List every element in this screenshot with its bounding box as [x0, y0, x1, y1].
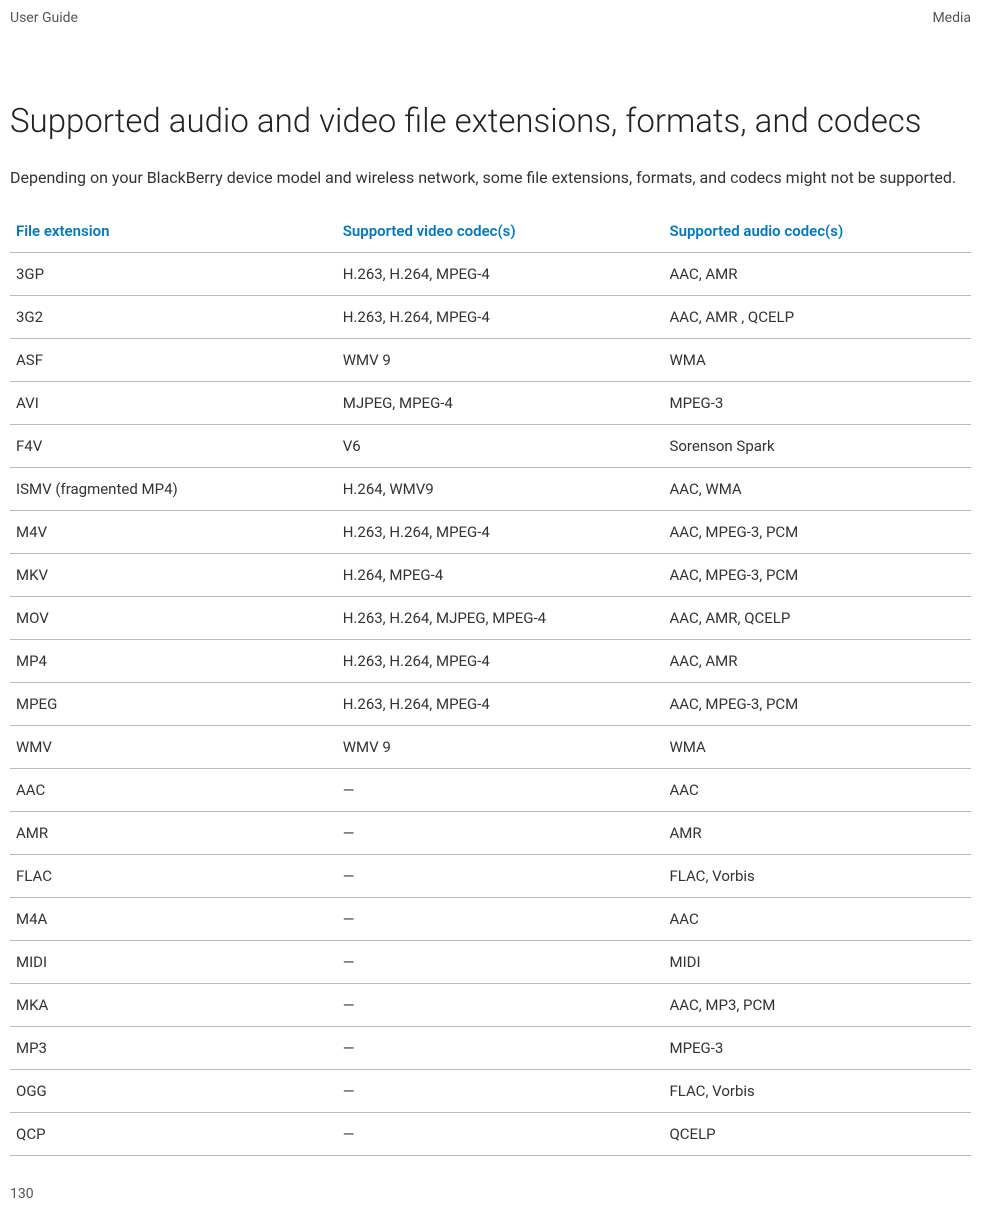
cell-ext: ASF [10, 338, 337, 381]
cell-ext: F4V [10, 424, 337, 467]
cell-video: — [337, 854, 664, 897]
cell-video: H.263, H.264, MPEG-4 [337, 295, 664, 338]
cell-ext: AVI [10, 381, 337, 424]
cell-audio: MIDI [663, 940, 971, 983]
cell-ext: AAC [10, 768, 337, 811]
table-row: MPEGH.263, H.264, MPEG-4AAC, MPEG-3, PCM [10, 682, 971, 725]
table-row: WMVWMV 9WMA [10, 725, 971, 768]
table-row: M4VH.263, H.264, MPEG-4AAC, MPEG-3, PCM [10, 510, 971, 553]
cell-video: — [337, 940, 664, 983]
cell-video: H.264, WMV9 [337, 467, 664, 510]
cell-ext: M4V [10, 510, 337, 553]
cell-video: H.263, H.264, MJPEG, MPEG-4 [337, 596, 664, 639]
page-title: Supported audio and video file extension… [10, 101, 971, 142]
table-row: MP4H.263, H.264, MPEG-4AAC, AMR [10, 639, 971, 682]
cell-video: H.263, H.264, MPEG-4 [337, 252, 664, 295]
page-number: 130 [10, 1186, 971, 1202]
cell-ext: ISMV (fragmented MP4) [10, 467, 337, 510]
table-row: OGG—FLAC, Vorbis [10, 1069, 971, 1112]
cell-video: — [337, 897, 664, 940]
table-row: ISMV (fragmented MP4)H.264, WMV9AAC, WMA [10, 467, 971, 510]
cell-video: V6 [337, 424, 664, 467]
cell-audio: QCELP [663, 1112, 971, 1155]
cell-audio: AAC, AMR [663, 639, 971, 682]
table-row: QCP—QCELP [10, 1112, 971, 1155]
cell-audio: MPEG-3 [663, 381, 971, 424]
table-row: MKA—AAC, MP3, PCM [10, 983, 971, 1026]
cell-video: H.263, H.264, MPEG-4 [337, 639, 664, 682]
cell-ext: 3GP [10, 252, 337, 295]
cell-video: — [337, 983, 664, 1026]
cell-ext: MKA [10, 983, 337, 1026]
cell-video: H.263, H.264, MPEG-4 [337, 510, 664, 553]
cell-audio: MPEG-3 [663, 1026, 971, 1069]
table-row: AMR—AMR [10, 811, 971, 854]
cell-video: — [337, 1112, 664, 1155]
cell-audio: AAC, MPEG-3, PCM [663, 682, 971, 725]
intro-paragraph: Depending on your BlackBerry device mode… [10, 167, 971, 189]
table-row: AVIMJPEG, MPEG-4MPEG-3 [10, 381, 971, 424]
table-header-audio: Supported audio codec(s) [663, 210, 971, 253]
cell-ext: M4A [10, 897, 337, 940]
table-row: MOVH.263, H.264, MJPEG, MPEG-4AAC, AMR, … [10, 596, 971, 639]
cell-ext: MP3 [10, 1026, 337, 1069]
cell-audio: FLAC, Vorbis [663, 1069, 971, 1112]
cell-video: MJPEG, MPEG-4 [337, 381, 664, 424]
cell-ext: FLAC [10, 854, 337, 897]
cell-audio: WMA [663, 725, 971, 768]
cell-video: — [337, 811, 664, 854]
cell-video: H.263, H.264, MPEG-4 [337, 682, 664, 725]
table-row: 3GPH.263, H.264, MPEG-4AAC, AMR [10, 252, 971, 295]
cell-audio: Sorenson Spark [663, 424, 971, 467]
cell-ext: MOV [10, 596, 337, 639]
cell-audio: AMR [663, 811, 971, 854]
table-row: AAC—AAC [10, 768, 971, 811]
table-row: 3G2H.263, H.264, MPEG-4AAC, AMR , QCELP [10, 295, 971, 338]
table-row: MKVH.264, MPEG-4AAC, MPEG-3, PCM [10, 553, 971, 596]
header-right: Media [932, 10, 971, 26]
cell-audio: WMA [663, 338, 971, 381]
cell-ext: OGG [10, 1069, 337, 1112]
cell-ext: MIDI [10, 940, 337, 983]
header-left: User Guide [10, 10, 78, 26]
page-header: User Guide Media [10, 10, 971, 26]
cell-audio: AAC, MPEG-3, PCM [663, 553, 971, 596]
cell-ext: MKV [10, 553, 337, 596]
table-row: ASFWMV 9WMA [10, 338, 971, 381]
table-header-video: Supported video codec(s) [337, 210, 664, 253]
cell-video: — [337, 768, 664, 811]
table-row: MP3—MPEG-3 [10, 1026, 971, 1069]
cell-video: WMV 9 [337, 725, 664, 768]
cell-ext: 3G2 [10, 295, 337, 338]
cell-audio: AAC, WMA [663, 467, 971, 510]
table-header-ext: File extension [10, 210, 337, 253]
table-row: MIDI—MIDI [10, 940, 971, 983]
cell-video: — [337, 1026, 664, 1069]
cell-ext: MPEG [10, 682, 337, 725]
codec-table: File extension Supported video codec(s) … [10, 210, 971, 1156]
cell-audio: AAC, AMR , QCELP [663, 295, 971, 338]
cell-ext: AMR [10, 811, 337, 854]
cell-video: — [337, 1069, 664, 1112]
cell-audio: AAC, AMR, QCELP [663, 596, 971, 639]
table-row: M4A—AAC [10, 897, 971, 940]
cell-audio: AAC, MPEG-3, PCM [663, 510, 971, 553]
table-header-row: File extension Supported video codec(s) … [10, 210, 971, 253]
cell-video: WMV 9 [337, 338, 664, 381]
cell-audio: FLAC, Vorbis [663, 854, 971, 897]
cell-video: H.264, MPEG-4 [337, 553, 664, 596]
table-row: FLAC—FLAC, Vorbis [10, 854, 971, 897]
table-row: F4VV6Sorenson Spark [10, 424, 971, 467]
cell-ext: WMV [10, 725, 337, 768]
cell-audio: AAC, MP3, PCM [663, 983, 971, 1026]
cell-ext: MP4 [10, 639, 337, 682]
cell-audio: AAC, AMR [663, 252, 971, 295]
cell-ext: QCP [10, 1112, 337, 1155]
cell-audio: AAC [663, 897, 971, 940]
cell-audio: AAC [663, 768, 971, 811]
